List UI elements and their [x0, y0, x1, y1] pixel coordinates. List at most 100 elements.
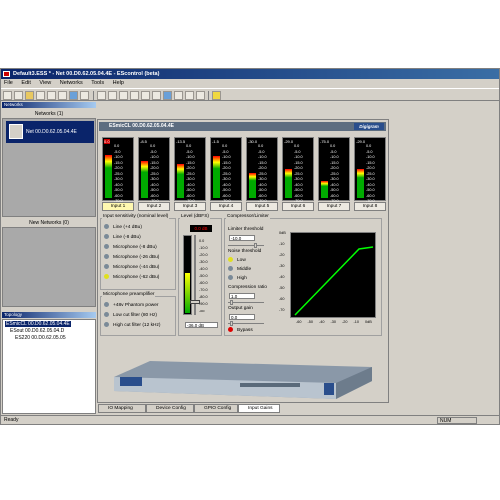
graph-y-tick: -50	[279, 286, 285, 290]
sensitivity-option[interactable]: Microphone (-44 dBu)	[104, 264, 159, 270]
grid-icon[interactable]	[174, 91, 183, 100]
compressor-title: Compressor/Limiter	[226, 214, 270, 219]
preamp-option[interactable]: +48v Phantom power	[104, 302, 158, 308]
level-fader-thumb[interactable]	[190, 300, 200, 304]
undo-icon[interactable]	[97, 91, 106, 100]
gain-slider[interactable]	[228, 321, 264, 326]
ratio-slider[interactable]	[228, 300, 264, 305]
menu-tools[interactable]: Tools	[91, 80, 104, 86]
networks-header: Networks	[2, 102, 96, 108]
redo-icon[interactable]	[108, 91, 117, 100]
input-button[interactable]: Input 5	[246, 202, 278, 211]
device-chassis	[114, 361, 372, 399]
tab-io-mapping[interactable]: IO Mapping	[98, 404, 146, 413]
level-scale: 0.0 -10.0 -20.0 -30.0 -40.0 -50.0 -60.0 …	[199, 239, 208, 313]
graph-x-tick: -10	[353, 320, 360, 324]
app-icon	[3, 71, 10, 77]
limiter-input[interactable]: -10.0	[229, 235, 255, 241]
network-icon[interactable]	[69, 91, 78, 100]
topology-tree[interactable]: ESmicCL 00.D0.62.05.04.4E ESout 00.D0.62…	[2, 319, 96, 414]
networks-list[interactable]: Net 00.D0.62.05.04.4E	[2, 118, 96, 217]
open-icon[interactable]	[14, 91, 23, 100]
limiter-label: Limiter threshold	[228, 227, 264, 232]
menu-view[interactable]: View	[39, 80, 51, 86]
folder-icon[interactable]	[25, 91, 34, 100]
input-button[interactable]: Input 7	[318, 202, 350, 211]
graph-x-tick: 0dB	[365, 320, 372, 324]
tree-item[interactable]: ESout 00.D0.62.05.04.D	[5, 328, 93, 335]
preamp-option[interactable]: High cut filter (12 kHz)	[104, 322, 160, 328]
input-button[interactable]: Input 2	[138, 202, 170, 211]
device-frame-header: ESmicCL 00.D0.62.05.04.4E Digigram	[99, 122, 386, 131]
noise-high[interactable]: High	[228, 275, 247, 281]
device-icon[interactable]	[152, 91, 161, 100]
status-text: Ready	[4, 417, 19, 423]
connect-icon[interactable]	[163, 91, 172, 100]
tab-strip: IO Mapping Device Config GPIO Config Inp…	[98, 404, 398, 413]
input-button[interactable]: Input 4	[210, 202, 242, 211]
sensitivity-option[interactable]: Line (-8 dBu)	[104, 234, 141, 240]
input-button[interactable]: Input 3	[174, 202, 206, 211]
meter-peak: -30.0	[248, 139, 258, 144]
preamp-title: Microphone preamplifier	[102, 292, 156, 297]
level-fader-value[interactable]: -36.0 dB	[185, 322, 218, 328]
menu-bar: File Edit View Networks Tools Help	[1, 79, 499, 88]
meter-peak: -8.5	[140, 139, 147, 144]
tab-input-gains[interactable]: Input Gains	[238, 404, 280, 413]
meter-scale: 0.0 -5.0 -10.0 -15.0 -20.0 -25.0 -30.0 -…	[366, 144, 375, 209]
properties-icon[interactable]	[185, 91, 194, 100]
limiter-slider[interactable]	[228, 243, 264, 248]
noise-low[interactable]: Low	[228, 257, 246, 263]
refresh-icon[interactable]	[80, 91, 89, 100]
level-meter: 0.0 0.0 -5.0 -10.0 -15.0 -20.0 -25.0 -30.…	[102, 137, 134, 209]
noise-middle[interactable]: Middle	[228, 266, 251, 272]
new-icon[interactable]	[3, 91, 12, 100]
bypass-toggle[interactable]: Bypass	[228, 327, 253, 333]
graph-x-tick: -50	[307, 320, 314, 324]
level-meter: -75.0 0.0 -5.0 -10.0 -15.0 -20.0 -25.0 -3…	[318, 137, 350, 209]
ratio-input[interactable]: 1.0	[229, 293, 255, 299]
pointer-icon[interactable]	[141, 91, 150, 100]
graph-y-tick: -40	[279, 275, 285, 279]
digigram-logo: Digigram	[354, 123, 384, 130]
select-icon[interactable]	[119, 91, 128, 100]
preamp-option[interactable]: Low cut filter (80 Hz)	[104, 312, 157, 318]
help-icon[interactable]	[212, 91, 221, 100]
level-meter: -30.0 0.0 -5.0 -10.0 -15.0 -20.0 -25.0 -3…	[246, 137, 278, 209]
level-meter: -29.0 0.0 -5.0 -10.0 -15.0 -20.0 -25.0 -3…	[282, 137, 314, 209]
meter-bar	[177, 164, 184, 198]
tab-gpio-config[interactable]: GPIO Config	[194, 404, 238, 413]
menu-help[interactable]: Help	[113, 80, 124, 86]
graph-x-tick: -30	[330, 320, 337, 324]
tree-item[interactable]: ESmicCL 00.D0.62.05.04.4E	[5, 321, 93, 328]
cut-icon[interactable]	[47, 91, 56, 100]
gain-input[interactable]: 0.0	[229, 314, 255, 320]
meter-scale: 0.0 -5.0 -10.0 -15.0 -20.0 -25.0 -30.0 -…	[258, 144, 267, 209]
meter-scale: 0.0 -5.0 -10.0 -15.0 -20.0 -25.0 -30.0 -…	[150, 144, 159, 209]
sensitivity-option[interactable]: Microphone (-26 dBu)	[104, 254, 159, 260]
input-button[interactable]: Input 6	[282, 202, 314, 211]
menu-networks[interactable]: Networks	[60, 80, 83, 86]
copy-icon[interactable]	[58, 91, 67, 100]
zoom-icon[interactable]	[130, 91, 139, 100]
sensitivity-option[interactable]: Microphone (-62 dBu)	[104, 274, 159, 280]
input-button[interactable]: Input 8	[354, 202, 386, 211]
sensitivity-option[interactable]: Microphone (-8 dBu)	[104, 244, 157, 250]
toolbar-divider	[208, 91, 209, 100]
tree-item[interactable]: ES220 00.D0.62.05.05	[5, 335, 93, 342]
graph-y-tick: -10	[279, 242, 285, 246]
menu-edit[interactable]: Edit	[21, 80, 30, 86]
tab-device-config[interactable]: Device Config	[146, 404, 194, 413]
graph-y-tick: -70	[279, 308, 285, 312]
new-networks-list[interactable]	[2, 227, 96, 307]
network-item[interactable]: Net 00.D0.62.05.04.4E	[6, 121, 94, 143]
sensitivity-option[interactable]: Line (+4 dBu)	[104, 224, 142, 230]
graph-y-tick: 0dB	[279, 231, 286, 235]
save-icon[interactable]	[36, 91, 45, 100]
input-button[interactable]: Input 1	[102, 202, 134, 211]
doc-icon[interactable]	[196, 91, 205, 100]
level-title: Level (dBFS)	[180, 214, 210, 219]
graph-y-tick: -20	[279, 253, 285, 257]
title-bar: Default3.ESS * - Net 00.D0.62.05.04.4E -…	[1, 69, 499, 79]
menu-file[interactable]: File	[4, 80, 13, 86]
